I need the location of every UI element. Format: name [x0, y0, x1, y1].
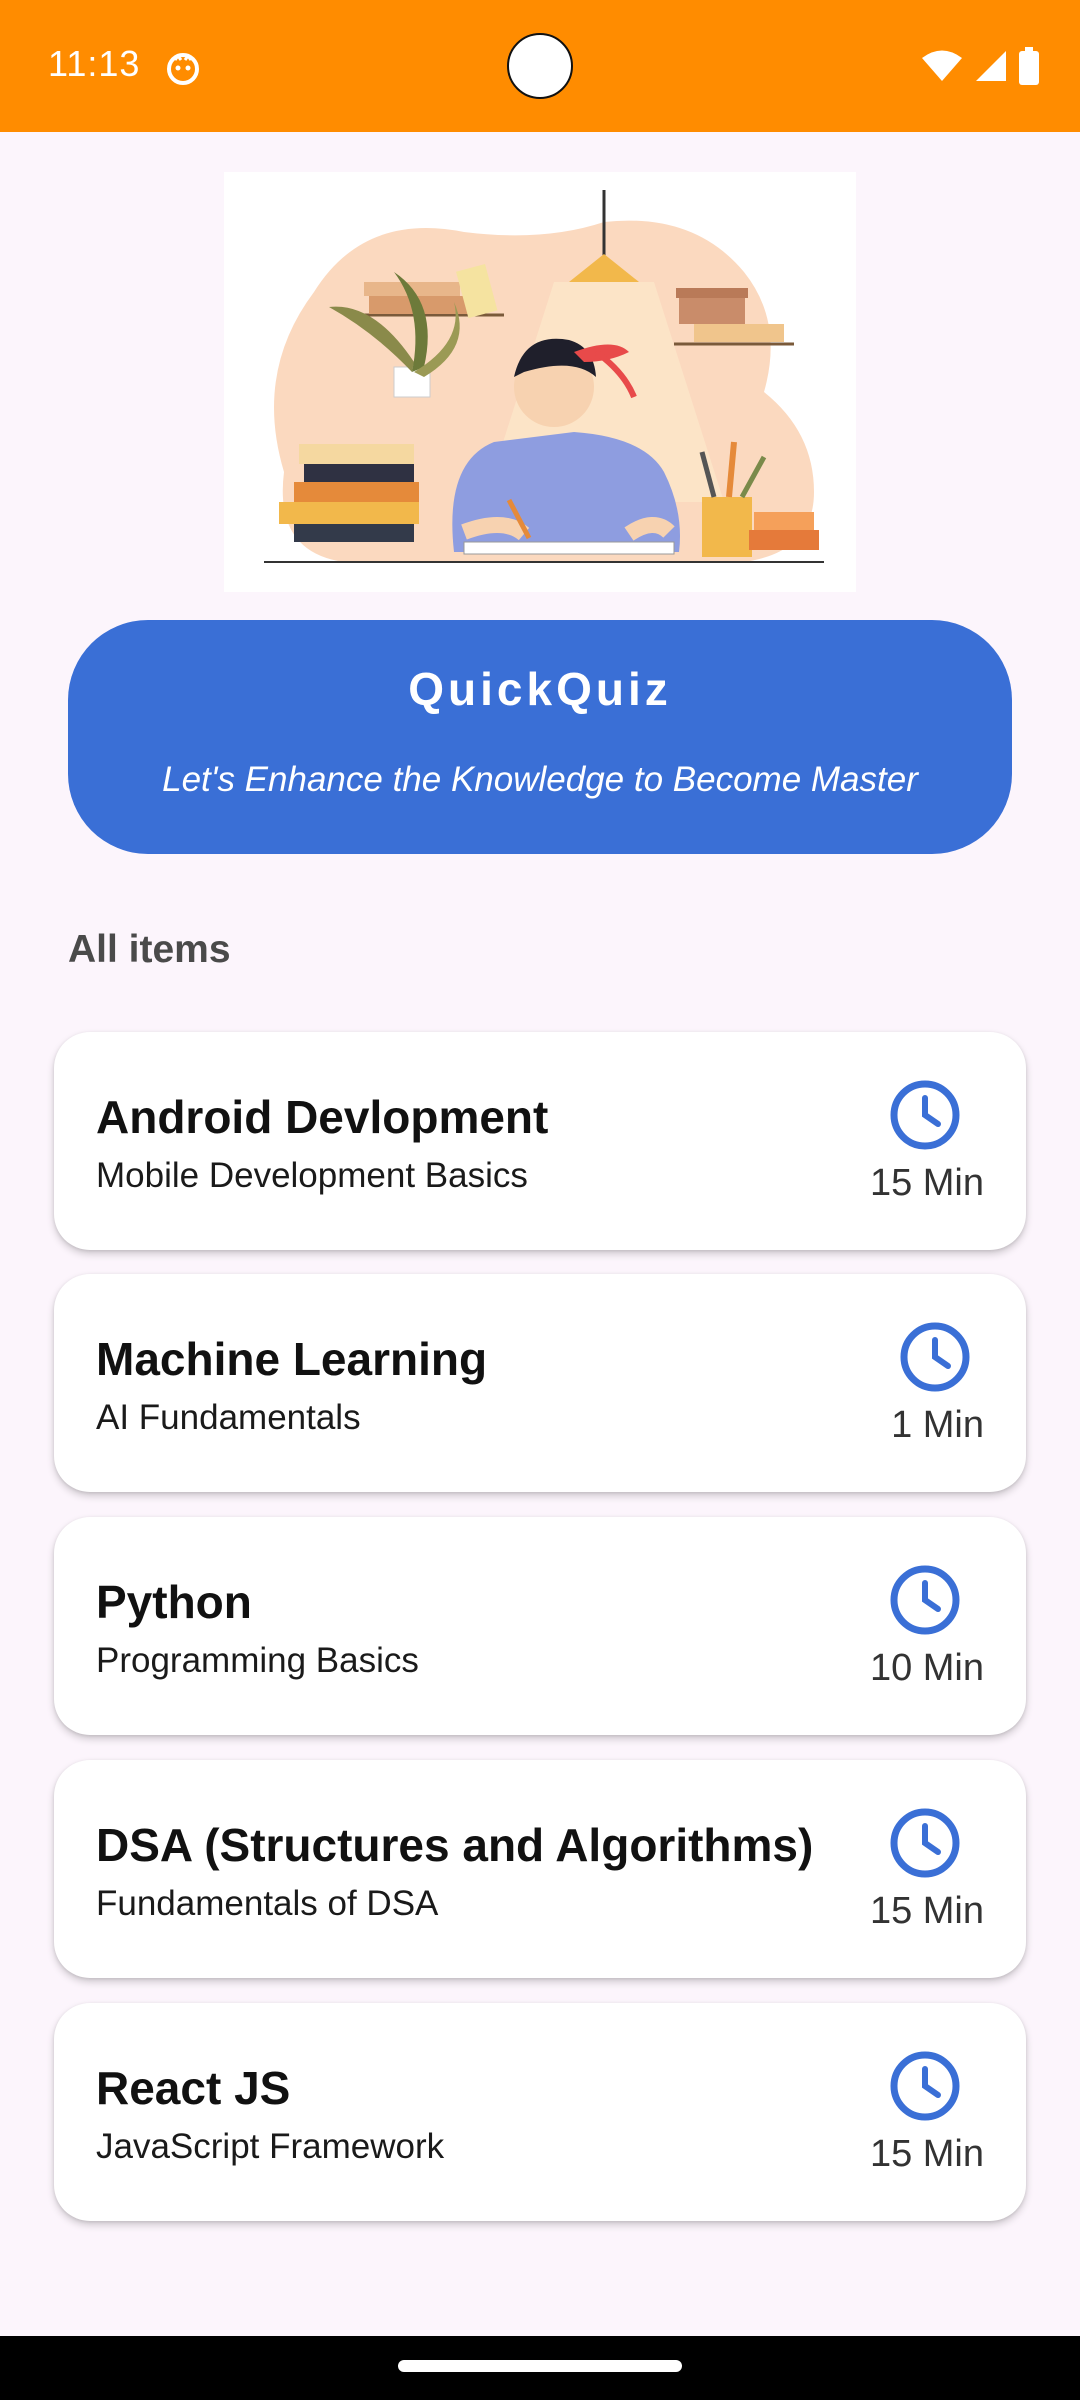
quiz-duration: 1 Min [891, 1404, 984, 1446]
quiz-subtitle: JavaScript Framework [96, 2127, 445, 2166]
status-time: 11:13 [48, 43, 141, 84]
quiz-card-python[interactable]: Python Programming Basics 10 Min [54, 1517, 1026, 1735]
quiz-title: Python [96, 1576, 252, 1628]
quiz-duration: 15 Min [869, 1890, 984, 1932]
clock-icon [890, 1808, 960, 1878]
quiz-title: Machine Learning [96, 1333, 488, 1385]
clock-icon [890, 1565, 960, 1635]
camera-cutout [507, 33, 573, 99]
clock-icon [890, 1080, 960, 1150]
section-heading: All items [68, 928, 231, 971]
quiz-card-machine-learning[interactable]: Machine Learning AI Fundamentals 1 Min [54, 1274, 1026, 1492]
app-title: QuickQuiz [408, 663, 672, 715]
hero-illustration [224, 172, 856, 592]
home-gesture-handle[interactable] [398, 2360, 682, 2372]
quiz-duration: 10 Min [869, 1647, 984, 1689]
student-studying-illustration [264, 190, 824, 563]
quiz-subtitle: Programming Basics [96, 1641, 419, 1680]
quiz-card-dsa[interactable]: DSA (Structures and Algorithms) Fundamen… [54, 1760, 1026, 1978]
quiz-duration: 15 Min [869, 1162, 984, 1204]
quiz-subtitle: AI Fundamentals [96, 1398, 361, 1437]
quiz-title: React JS [96, 2062, 291, 2114]
app-banner [68, 620, 1012, 854]
quiz-subtitle: Mobile Development Basics [96, 1156, 528, 1195]
wifi-icon [922, 50, 962, 81]
quiz-title: DSA (Structures and Algorithms) [96, 1819, 814, 1871]
quiz-title: Android Devlopment [96, 1091, 549, 1143]
quiz-card-android[interactable]: Android Devlopment Mobile Development Ba… [54, 1032, 1026, 1250]
clock-icon [890, 2051, 960, 2121]
status-icons [920, 46, 1040, 86]
quiz-card-react[interactable]: React JS JavaScript Framework 15 Min [54, 2003, 1026, 2221]
clock-icon [900, 1322, 970, 1392]
battery-icon [1019, 47, 1039, 85]
app-tagline: Let's Enhance the Knowledge to Become Ma… [162, 760, 918, 799]
quiz-duration: 15 Min [869, 2133, 984, 2175]
notification-icon [167, 53, 199, 85]
cellular-signal-icon [976, 51, 1006, 81]
quiz-subtitle: Fundamentals of DSA [96, 1884, 439, 1923]
navigation-bar [0, 2336, 1080, 2400]
status-bar: 11:13 [0, 0, 1080, 132]
